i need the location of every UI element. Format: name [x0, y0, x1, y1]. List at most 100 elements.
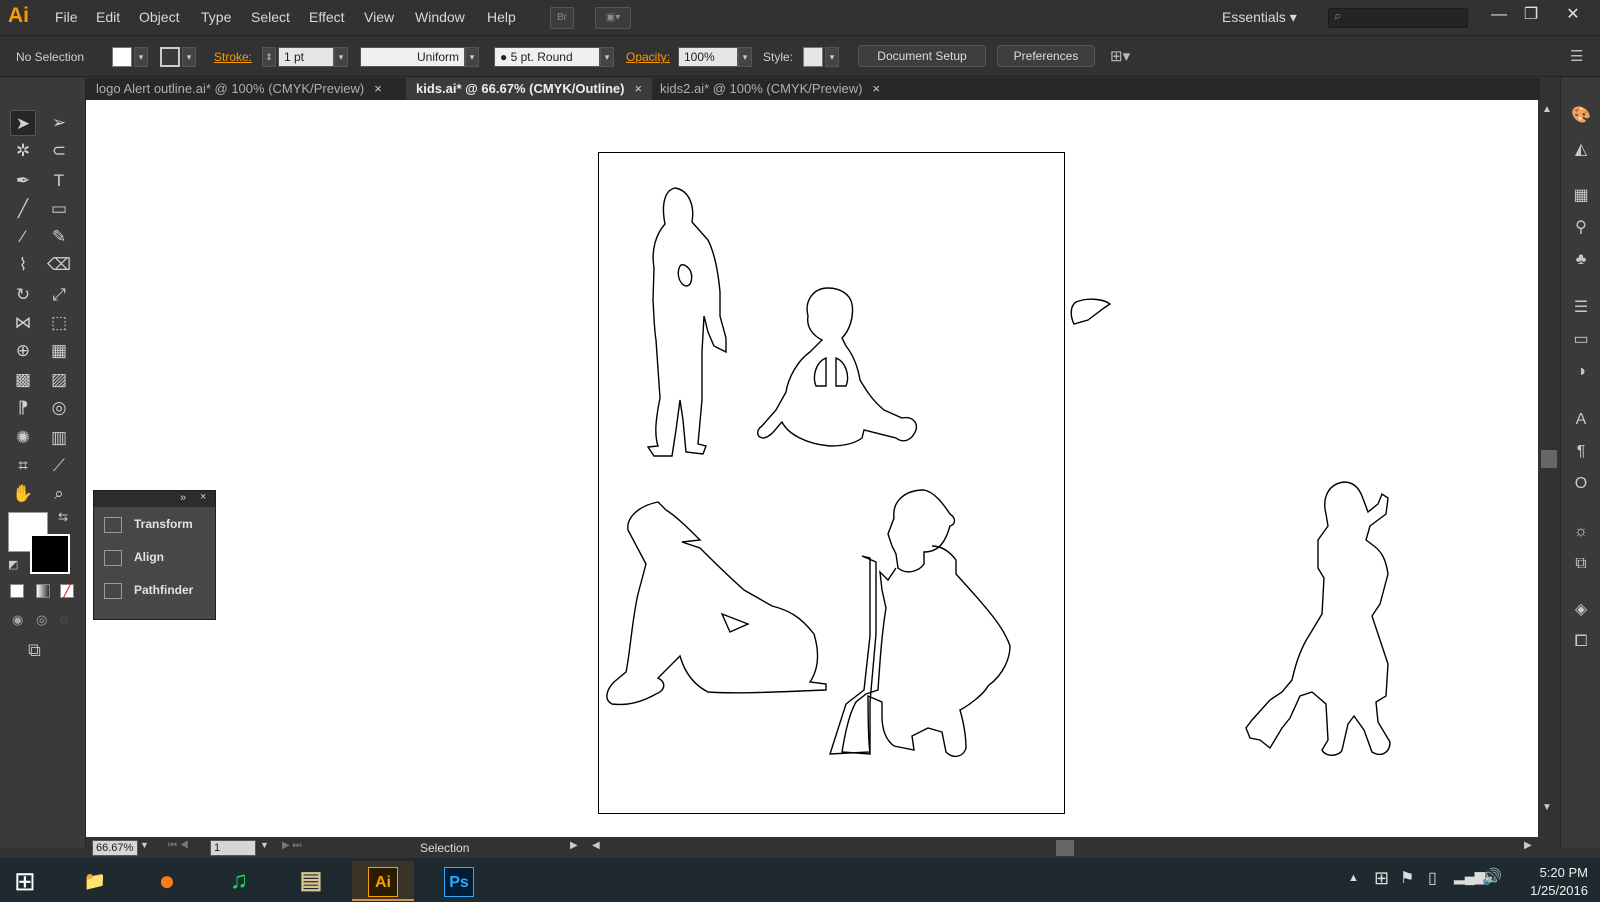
search-input[interactable]: ⌕: [1328, 8, 1468, 28]
opacity-label[interactable]: Opacity:: [626, 50, 670, 64]
close-button[interactable]: ✕: [1560, 4, 1586, 28]
pencil-tool-icon[interactable]: ✎: [46, 224, 72, 250]
bridge-button[interactable]: Br: [550, 7, 574, 29]
draw-behind-icon[interactable]: ◎: [36, 612, 47, 628]
opacity-dropdown[interactable]: ▾: [738, 47, 752, 67]
color-panel-icon[interactable]: 🎨: [1569, 104, 1593, 128]
tray-expand-icon[interactable]: ▲: [1348, 872, 1359, 884]
profile-dropdown[interactable]: ▾: [465, 47, 479, 67]
artboards-icon[interactable]: ⧠: [1569, 630, 1593, 654]
character-icon[interactable]: A: [1569, 408, 1593, 432]
graphic-styles-icon[interactable]: ⧉: [1569, 552, 1593, 576]
spotify-taskbar-icon[interactable]: ♫: [208, 861, 270, 901]
close-icon[interactable]: ×: [200, 491, 206, 503]
status-menu-icon[interactable]: ▶: [570, 840, 578, 851]
menu-effect[interactable]: Effect: [309, 9, 345, 25]
vertical-scrollbar[interactable]: ▲ ▼: [1540, 100, 1558, 837]
menu-view[interactable]: View: [364, 9, 394, 25]
swatches-icon[interactable]: ▦: [1569, 184, 1593, 208]
color-mode-icon[interactable]: [10, 584, 24, 598]
hand-tool-icon[interactable]: ✋: [10, 481, 36, 507]
network-icon[interactable]: ▂▄▆: [1454, 868, 1485, 885]
menu-select[interactable]: Select: [251, 9, 290, 25]
close-icon[interactable]: ×: [634, 81, 642, 96]
draw-inside-icon[interactable]: ◌: [60, 612, 68, 627]
default-colors-icon[interactable]: ◩: [8, 558, 18, 571]
first-artboard-icon[interactable]: ⏮ ◀: [168, 840, 189, 851]
paragraph-icon[interactable]: ¶: [1569, 440, 1593, 464]
free-transform-tool-icon[interactable]: ⬚: [46, 310, 72, 336]
close-icon[interactable]: ×: [872, 81, 880, 96]
windows-start-icon[interactable]: ⊞: [14, 866, 36, 897]
style-swatch[interactable]: [803, 47, 823, 67]
zoom-field[interactable]: 66.67%: [92, 840, 138, 856]
workspace-switcher[interactable]: Essentials ▾: [1222, 9, 1297, 26]
shape-builder-tool-icon[interactable]: ⊕: [10, 338, 36, 364]
action-center-flag-icon[interactable]: ⚑: [1400, 868, 1414, 888]
menu-edit[interactable]: Edit: [96, 9, 120, 25]
scroll-up-icon[interactable]: ▲: [1542, 104, 1552, 115]
illustrator-taskbar-icon[interactable]: Ai: [352, 861, 414, 901]
stroke-label[interactable]: Stroke:: [214, 50, 252, 64]
blob-brush-tool-icon[interactable]: ⌇: [10, 252, 36, 278]
preferences-button[interactable]: Preferences: [997, 45, 1095, 67]
panel-item-transform[interactable]: Transform: [104, 517, 193, 533]
none-mode-icon[interactable]: ╱: [60, 584, 74, 598]
gradient-mode-icon[interactable]: [36, 584, 50, 598]
appearance-icon[interactable]: ☼: [1569, 520, 1593, 544]
variable-width-profile[interactable]: Uniform: [360, 47, 465, 67]
selection-tool-icon[interactable]: ➤: [10, 110, 36, 136]
zoom-dropdown-icon[interactable]: ▼: [140, 840, 149, 850]
artboard-number-field[interactable]: 1: [210, 840, 256, 856]
arrange-documents-button[interactable]: ▣▾: [595, 7, 631, 29]
align-options-icon[interactable]: ⊞▾: [1110, 47, 1130, 65]
photoshop-taskbar-icon[interactable]: Ps: [428, 861, 490, 901]
stroke-swatch[interactable]: [160, 47, 180, 67]
fill-dropdown[interactable]: ▾: [134, 47, 148, 67]
opentype-icon[interactable]: O: [1569, 472, 1593, 496]
stroke-weight-field[interactable]: 1 pt: [278, 47, 334, 67]
pen-tool-icon[interactable]: ✒: [10, 168, 36, 194]
horizontal-scroll-thumb[interactable]: [1056, 840, 1074, 856]
tab-kids[interactable]: kids.ai* @ 66.67% (CMYK/Outline) ×: [406, 78, 653, 100]
stroke-panel-icon[interactable]: ☰: [1569, 296, 1593, 320]
gradient-panel-icon[interactable]: ▭: [1569, 328, 1593, 352]
scroll-down-icon[interactable]: ▼: [1542, 802, 1552, 813]
symbol-sprayer-tool-icon[interactable]: ✺: [10, 425, 36, 451]
restore-button[interactable]: ❐: [1518, 4, 1544, 28]
screen-mode-icon[interactable]: ⧉: [28, 640, 41, 661]
scroll-right-icon[interactable]: ▶: [1524, 840, 1532, 851]
panel-item-pathfinder[interactable]: Pathfinder: [104, 583, 193, 599]
taskbar-clock[interactable]: 5:20 PM 1/25/2016: [1508, 864, 1588, 900]
stroke-stepper[interactable]: ⇕: [262, 47, 276, 67]
stroke-weight-dropdown[interactable]: ▾: [334, 47, 348, 67]
panel-menu-icon[interactable]: ☰: [1570, 47, 1583, 65]
fill-swatch[interactable]: [112, 47, 132, 67]
scroll-thumb[interactable]: [1541, 450, 1557, 468]
panel-item-align[interactable]: Align: [104, 550, 164, 566]
artboard-dropdown-icon[interactable]: ▼: [260, 840, 269, 850]
eraser-tool-icon[interactable]: ⌫: [46, 252, 72, 278]
stroke-dropdown[interactable]: ▾: [182, 47, 196, 67]
explorer-taskbar-icon[interactable]: 📁: [64, 861, 126, 901]
menu-window[interactable]: Window: [415, 9, 465, 25]
status-mode[interactable]: Selection: [420, 841, 469, 855]
lasso-tool-icon[interactable]: ⊂: [46, 138, 72, 164]
eyedropper-tool-icon[interactable]: ⁋: [10, 395, 36, 421]
gradient-tool-icon[interactable]: ▨: [46, 367, 72, 393]
transparency-icon[interactable]: ◑: [1569, 360, 1593, 384]
paintbrush-tool-icon[interactable]: ⁄: [10, 224, 36, 250]
line-tool-icon[interactable]: ╱: [10, 196, 36, 222]
perspective-grid-tool-icon[interactable]: ▦: [46, 338, 72, 364]
column-graph-tool-icon[interactable]: ▥: [46, 425, 72, 451]
menu-type[interactable]: Type: [201, 9, 231, 25]
notepad-taskbar-icon[interactable]: ▤: [280, 861, 342, 901]
brush-definition[interactable]: ● 5 pt. Round: [494, 47, 600, 67]
menu-help[interactable]: Help: [487, 9, 516, 25]
volume-icon[interactable]: 🔊: [1482, 867, 1502, 887]
type-tool-icon[interactable]: T: [46, 168, 72, 194]
draw-normal-icon[interactable]: ◉: [12, 612, 23, 628]
rectangle-tool-icon[interactable]: ▭: [46, 196, 72, 222]
opacity-field[interactable]: 100%: [678, 47, 738, 67]
mesh-tool-icon[interactable]: ▩: [10, 367, 36, 393]
